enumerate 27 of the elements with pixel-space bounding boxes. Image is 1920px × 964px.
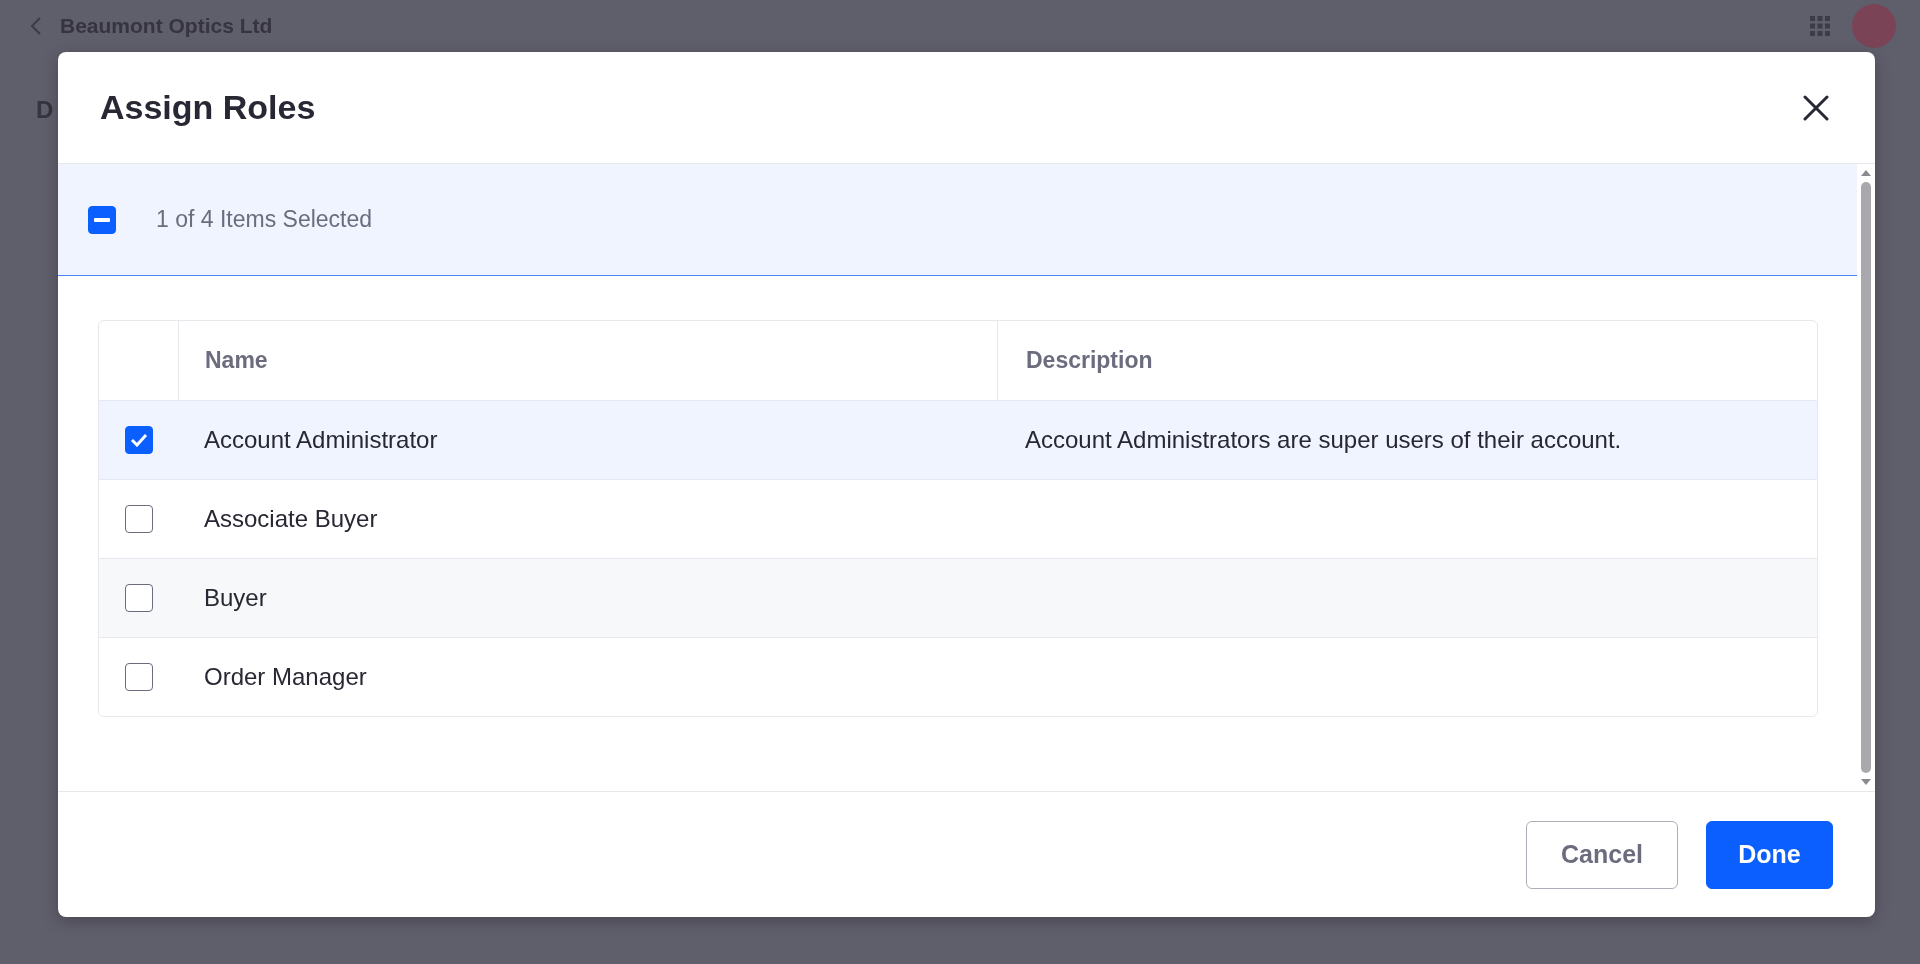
role-name: Account Administrator bbox=[204, 425, 438, 455]
role-description: Account Administrators are super users of their account. bbox=[1025, 425, 1622, 455]
role-name: Buyer bbox=[204, 583, 267, 613]
close-icon bbox=[1803, 94, 1829, 121]
scroll-down-icon[interactable] bbox=[1861, 779, 1871, 785]
column-header: Description bbox=[1026, 346, 1153, 376]
minus-icon bbox=[94, 217, 110, 222]
row-checkbox[interactable] bbox=[124, 505, 153, 533]
role-name: Associate Buyer bbox=[204, 504, 378, 534]
dialog-title: Assign Roles bbox=[100, 87, 316, 128]
row-checkbox[interactable] bbox=[124, 663, 153, 691]
row-checkbox[interactable] bbox=[124, 584, 153, 612]
back-chevron-icon[interactable] bbox=[30, 16, 42, 36]
check-icon bbox=[129, 433, 148, 447]
scrollbar-thumb[interactable] bbox=[1861, 182, 1871, 773]
apps-grid-icon[interactable] bbox=[1810, 16, 1830, 36]
selection-count: 1 of 4 Items Selected bbox=[156, 205, 373, 235]
cancel-button[interactable]: Cancel bbox=[1526, 820, 1678, 889]
select-all-checkbox[interactable] bbox=[88, 205, 116, 234]
column-header: Name bbox=[205, 346, 268, 376]
done-button[interactable]: Done bbox=[1706, 820, 1833, 889]
role-row[interactable]: Account Administrator Account Administrators are super users of their account. bbox=[99, 400, 1817, 479]
row-checkbox[interactable] bbox=[124, 426, 153, 454]
role-row[interactable]: Order Manager bbox=[99, 637, 1817, 716]
scroll-up-icon[interactable] bbox=[1861, 170, 1871, 176]
role-row[interactable]: Buyer bbox=[99, 558, 1817, 637]
role-name: Order Manager bbox=[204, 662, 367, 692]
